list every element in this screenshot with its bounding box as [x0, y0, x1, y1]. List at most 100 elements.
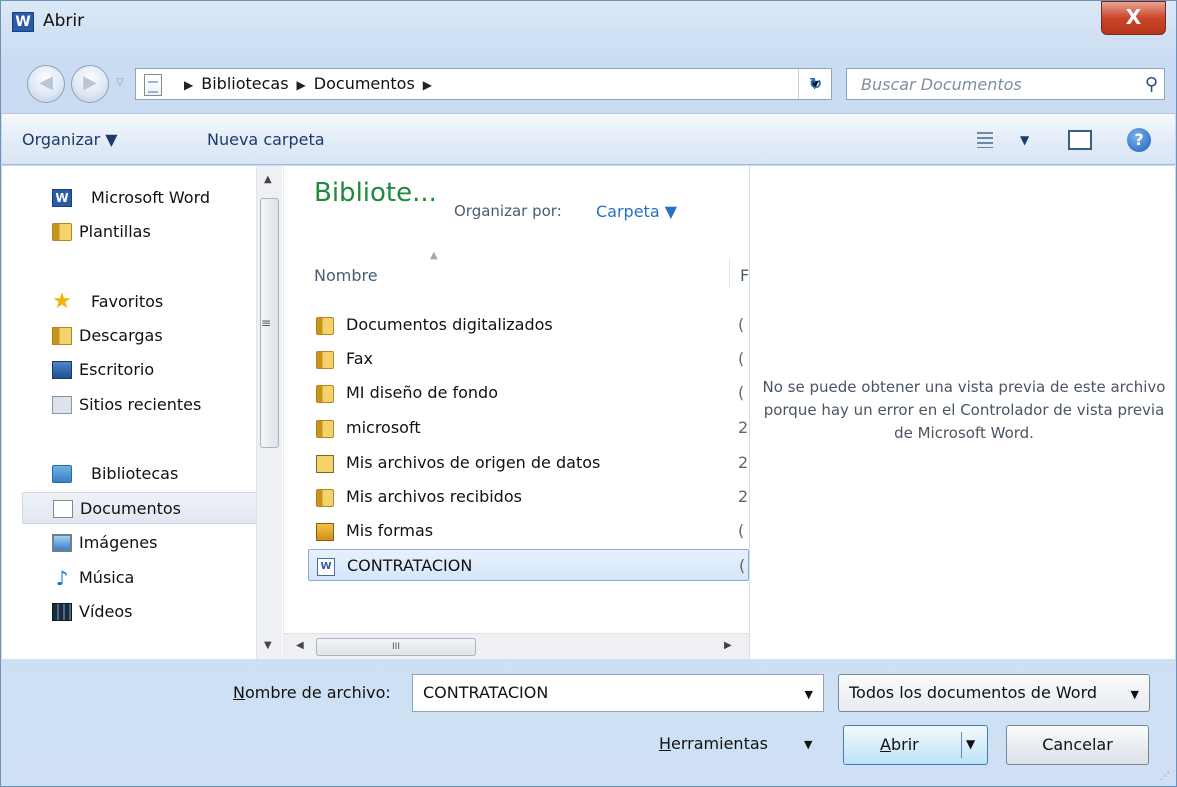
data-source-folder-icon — [316, 455, 334, 473]
breadcrumb-documentos[interactable]: Documentos — [314, 74, 415, 93]
sidebar-item-escritorio[interactable]: Escritorio — [22, 354, 262, 386]
back-button[interactable]: ◀ — [27, 65, 65, 103]
forward-button[interactable]: ▶ — [71, 65, 109, 103]
preview-pane-toggle-icon[interactable] — [1068, 130, 1092, 150]
file-list-horizontal-scrollbar[interactable]: ◀ III ▶ — [284, 633, 749, 659]
sidebar-item-musica[interactable]: ♪ Música — [22, 562, 262, 594]
search-input[interactable]: Buscar Documentos ⚲ — [846, 68, 1165, 100]
star-icon: ★ — [52, 289, 72, 314]
list-item[interactable]: microsoft 2 — [308, 412, 749, 444]
sidebar-item-imagenes[interactable]: Imágenes — [22, 527, 262, 559]
folder-icon — [316, 351, 334, 369]
title-bar: W Abrir X — [1, 1, 1176, 59]
file-type-select[interactable]: Todos los documentos de Word ▼ — [838, 674, 1150, 712]
scrollbar-grip-icon: ≡ — [261, 316, 272, 330]
change-view-icon[interactable] — [977, 132, 993, 148]
sidebar-item-videos[interactable]: Vídeos — [22, 596, 262, 628]
breadcrumb: ▶ Bibliotecas ▶ Documentos ▶ — [176, 74, 440, 93]
resize-grip-icon[interactable]: ⋰ — [1160, 771, 1170, 782]
sidebar-item-sitios-recientes[interactable]: Sitios recientes — [22, 389, 262, 421]
tools-menu-button[interactable]: Herramientas — [659, 734, 768, 753]
navigation-pane: W Microsoft Word Plantillas ★ Favoritos … — [2, 166, 282, 659]
breadcrumb-separator-icon[interactable]: ▶ — [423, 78, 432, 92]
filename-label: Nombre de archivo: — [233, 683, 391, 702]
sort-ascending-icon: ▲ — [430, 250, 438, 261]
folder-icon — [316, 489, 334, 507]
sidebar-item-documentos[interactable]: Documentos — [22, 492, 262, 524]
scroll-down-arrow-icon[interactable]: ▼ — [264, 640, 272, 651]
word-app-icon: W — [12, 12, 34, 32]
desktop-icon — [52, 361, 72, 379]
nav-group-bibliotecas[interactable]: Bibliotecas — [22, 458, 262, 490]
sidebar-item-descargas[interactable]: Descargas — [22, 320, 262, 352]
content-area: W Microsoft Word Plantillas ★ Favoritos … — [2, 166, 1175, 659]
refresh-icon: ↻ — [808, 74, 823, 93]
preview-pane: No se puede obtener una vista previa de … — [749, 166, 1175, 659]
filename-combobox[interactable]: CONTRATACION ▼ — [412, 674, 824, 712]
scrollbar-thumb[interactable]: III — [316, 638, 476, 656]
organize-menu-button[interactable]: Organizar ▼ — [22, 130, 118, 149]
folder-icon — [316, 317, 334, 335]
view-options-chevron-icon[interactable]: ▼ — [1020, 133, 1029, 147]
downloads-folder-icon — [52, 327, 72, 345]
list-item[interactable]: Fax ( — [308, 343, 749, 375]
forms-folder-icon — [316, 523, 334, 541]
filename-dropdown-icon[interactable]: ▼ — [805, 688, 813, 701]
open-dialog: W Abrir X ◀ ▶ ▽ ▶ Bibliotecas ▶ Documentos ▶… — [0, 0, 1177, 787]
file-type-value: Todos los documentos de Word — [849, 683, 1098, 702]
help-icon[interactable]: ? — [1127, 128, 1151, 152]
open-options-dropdown-icon[interactable]: ▼ — [966, 737, 975, 751]
new-folder-button[interactable]: Nueva carpeta — [207, 130, 325, 149]
list-item[interactable]: MI diseño de fondo ( — [308, 377, 749, 409]
column-header-date[interactable]: F — [740, 266, 749, 285]
search-placeholder: Buscar Documentos — [861, 75, 1022, 94]
preview-error-message: No se puede obtener una vista previa de … — [762, 378, 1166, 442]
recent-places-icon — [52, 396, 72, 414]
library-title: Bibliote... — [314, 178, 437, 208]
tools-dropdown-icon[interactable]: ▼ — [804, 738, 812, 751]
column-header-name[interactable]: Nombre — [314, 266, 378, 285]
open-split-divider — [961, 732, 962, 758]
nav-group-favoritos[interactable]: ★ Favoritos — [22, 286, 262, 318]
scroll-up-arrow-icon[interactable]: ▲ — [264, 174, 272, 185]
nav-group-microsoft-word[interactable]: W Microsoft Word — [22, 182, 262, 214]
arrange-by-label: Organizar por: — [454, 202, 562, 220]
breadcrumb-separator-icon[interactable]: ▶ — [297, 78, 306, 92]
filename-value[interactable]: CONTRATACION — [423, 683, 548, 702]
list-item-selected[interactable]: W CONTRATACION ( — [308, 549, 749, 581]
list-item[interactable]: Documentos digitalizados ( — [308, 309, 749, 341]
refresh-button[interactable]: ↻ — [798, 69, 832, 99]
breadcrumb-separator-icon[interactable]: ▶ — [184, 78, 193, 92]
folder-icon — [52, 223, 72, 241]
column-divider[interactable] — [729, 258, 730, 288]
back-arrow-icon: ◀ — [39, 72, 53, 93]
pictures-icon — [52, 534, 72, 552]
cancel-button[interactable]: Cancelar — [1006, 725, 1149, 765]
music-note-icon: ♪ — [55, 566, 69, 590]
breadcrumb-bibliotecas[interactable]: Bibliotecas — [201, 74, 288, 93]
list-item[interactable]: Mis formas ( — [308, 515, 749, 547]
sidebar-item-plantillas[interactable]: Plantillas — [22, 216, 262, 248]
command-toolbar: Organizar ▼ Nueva carpeta ▼ ? — [2, 113, 1175, 165]
arrange-by-dropdown[interactable]: Carpeta ▼ — [596, 202, 677, 221]
forward-arrow-icon: ▶ — [83, 72, 97, 93]
open-button[interactable]: Abrir ▼ — [843, 725, 988, 765]
file-type-dropdown-icon[interactable]: ▼ — [1131, 688, 1139, 701]
word-icon: W — [52, 189, 72, 207]
scroll-right-arrow-icon[interactable]: ▶ — [724, 640, 732, 651]
library-document-icon — [144, 74, 162, 96]
search-icon[interactable]: ⚲ — [1145, 74, 1158, 95]
documents-library-icon — [53, 500, 73, 518]
window-title: Abrir — [43, 11, 85, 31]
list-item[interactable]: Mis archivos recibidos 2 — [308, 481, 749, 513]
scroll-left-arrow-icon[interactable]: ◀ — [296, 640, 304, 651]
libraries-icon — [52, 465, 72, 483]
word-document-icon: W — [317, 558, 335, 576]
list-item[interactable]: Mis archivos de origen de datos 2 — [308, 447, 749, 479]
navigation-vertical-scrollbar[interactable]: ▲ ≡ ▼ — [256, 166, 282, 659]
close-button[interactable]: X — [1101, 1, 1166, 35]
folder-icon — [316, 385, 334, 403]
folder-icon — [316, 420, 334, 438]
address-bar[interactable]: ▶ Bibliotecas ▶ Documentos ▶ ▼ — [135, 68, 832, 100]
recent-pages-chevron-icon[interactable]: ▽ — [116, 77, 124, 88]
